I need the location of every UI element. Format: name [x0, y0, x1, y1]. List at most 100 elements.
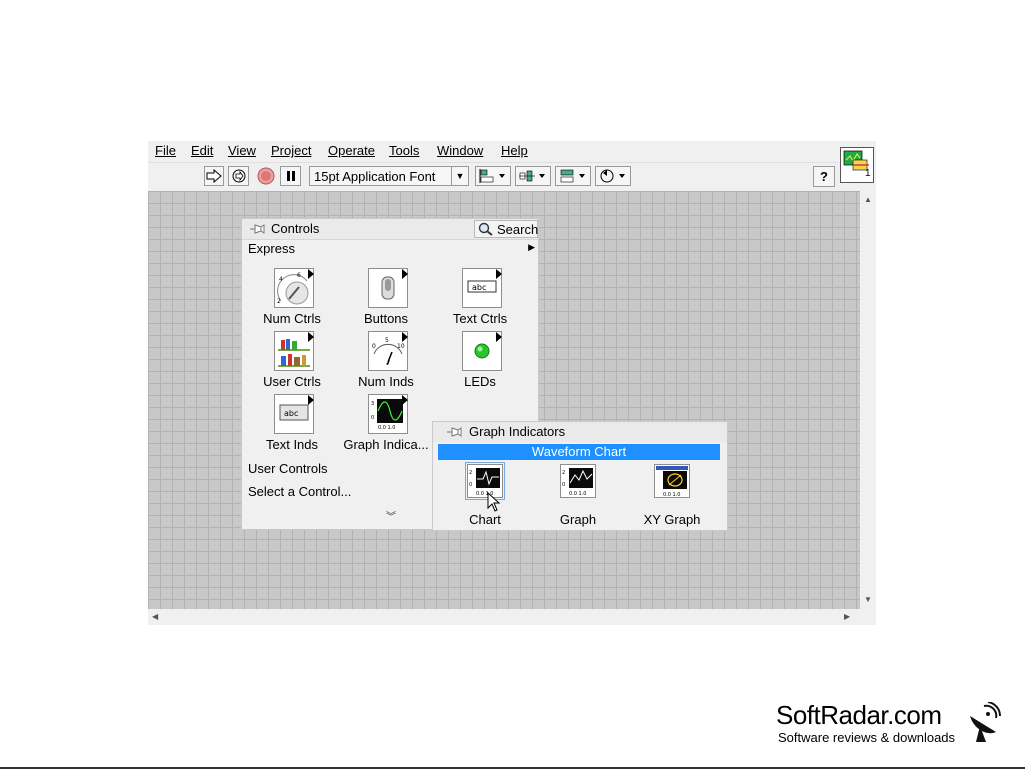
svg-text:4: 4 — [279, 276, 283, 283]
expand-more-icon[interactable]: ︾ — [386, 508, 396, 523]
horizontal-scrollbar[interactable]: ◀ ▶ — [148, 609, 860, 625]
pushpin-icon[interactable] — [248, 222, 266, 236]
svg-text:10: 10 — [397, 343, 405, 350]
palette-item-label: Text Ctrls — [452, 311, 508, 326]
select-a-control-link[interactable]: Select a Control... — [248, 484, 351, 499]
mouse-cursor-icon — [487, 492, 501, 512]
submenu-arrow-icon — [308, 269, 314, 279]
palette-item-text-ctrls[interactable]: abc Text Ctrls — [434, 268, 526, 330]
vi-icon[interactable]: 1 — [840, 147, 874, 183]
resize-objects-button[interactable] — [555, 166, 591, 186]
abort-button[interactable] — [255, 166, 277, 186]
palette-item-xy-graph[interactable]: 0.0 1.0 XY Graph — [632, 464, 712, 527]
run-button[interactable] — [204, 166, 224, 186]
meter-icon: 0 5 10 — [368, 331, 408, 371]
menu-window[interactable]: Window — [437, 143, 483, 158]
text-box-icon: abc — [462, 268, 502, 308]
vertical-scrollbar[interactable]: ▲ ▼ — [860, 191, 876, 609]
submenu-arrow-icon — [496, 269, 502, 279]
palette-item-label: Num Ctrls — [263, 311, 321, 326]
help-icon: ? — [820, 169, 828, 184]
scroll-left-icon[interactable]: ◀ — [152, 612, 158, 621]
context-help-button[interactable]: ? — [813, 166, 835, 187]
palette-item-user-ctrls[interactable]: User Ctrls — [246, 331, 338, 393]
run-arrow-icon — [206, 169, 222, 183]
palette-item-num-ctrls[interactable]: 4 6 2 Num Ctrls — [246, 268, 338, 330]
svg-text:3: 3 — [371, 401, 374, 407]
user-controls-link[interactable]: User Controls — [248, 461, 327, 476]
palette-item-label: Buttons — [363, 311, 409, 326]
palette-item-graph-indicators[interactable]: 3 0 0.0 1.0 Graph Indica... — [340, 394, 432, 456]
xy-graph-icon: 0.0 1.0 — [654, 464, 690, 498]
submenu-arrow-icon — [402, 269, 408, 279]
svg-text:0.0 1.0: 0.0 1.0 — [663, 492, 681, 497]
palette-item-label: Chart — [469, 512, 501, 527]
reorder-button[interactable] — [595, 166, 631, 186]
menu-edit[interactable]: Edit — [191, 143, 213, 158]
palette-item-num-inds[interactable]: 0 5 10 Num Inds — [340, 331, 432, 393]
palette-item-buttons[interactable]: Buttons — [340, 268, 432, 330]
menu-project[interactable]: Project — [271, 143, 311, 158]
menu-view[interactable]: View — [228, 143, 256, 158]
watermark-name: SoftRadar.com — [776, 700, 942, 730]
submenu-arrow-icon — [496, 332, 502, 342]
submenu-arrow-icon — [308, 332, 314, 342]
run-continuously-button[interactable] — [228, 166, 249, 186]
abort-icon — [257, 167, 275, 185]
svg-text:6: 6 — [297, 272, 301, 279]
submenu-arrow-icon — [308, 395, 314, 405]
search-button[interactable]: Search — [474, 220, 538, 238]
palette-item-chart[interactable]: 2 0 0.0 1.0 Chart — [445, 462, 525, 527]
vi-number: 1 — [865, 168, 871, 179]
controls-palette-title: Controls — [271, 221, 320, 236]
scroll-down-icon[interactable]: ▼ — [864, 595, 872, 604]
svg-text:0: 0 — [371, 415, 374, 421]
svg-text:abc: abc — [472, 283, 486, 292]
align-objects-button[interactable] — [475, 166, 511, 186]
palette-item-graph[interactable]: 2 0 0.0 1.0 Graph — [538, 464, 618, 527]
pushpin-icon[interactable] — [445, 425, 463, 439]
palette-item-leds[interactable]: LEDs — [434, 331, 526, 393]
palette-item-label: Num Inds — [358, 374, 414, 389]
svg-text:0.0 1.0: 0.0 1.0 — [378, 425, 396, 431]
svg-text:2: 2 — [277, 298, 281, 305]
palette-item-label: Graph — [559, 512, 597, 527]
palette-item-label: XY Graph — [643, 512, 701, 527]
svg-text:0: 0 — [372, 343, 376, 350]
scroll-right-icon[interactable]: ▶ — [844, 612, 850, 621]
svg-text:2: 2 — [562, 470, 565, 476]
menu-tools[interactable]: Tools — [389, 143, 419, 158]
svg-text:0: 0 — [469, 482, 472, 488]
scroll-up-icon[interactable]: ▲ — [864, 195, 872, 204]
pause-button[interactable] — [280, 166, 301, 186]
waveform-graph-icon: 2 0 0.0 1.0 — [560, 464, 596, 498]
font-dropdown[interactable]: 15pt Application Font ▼ — [309, 166, 469, 186]
toolbar: 15pt Application Font ▼ — [148, 163, 838, 189]
submenu-arrow-icon — [402, 332, 408, 342]
graph-palette-title-bar[interactable]: Graph Indicators — [433, 422, 727, 442]
menu-file[interactable]: File — [155, 143, 176, 158]
distribute-objects-icon — [519, 170, 545, 182]
graph-palette-title: Graph Indicators — [469, 424, 566, 439]
svg-text:0.0 1.0: 0.0 1.0 — [569, 491, 587, 497]
search-button-label: Search — [497, 222, 539, 237]
svg-text:abc: abc — [284, 409, 298, 418]
palette-item-label: Text Inds — [265, 437, 319, 452]
distribute-objects-button[interactable] — [515, 166, 551, 186]
express-category-label: Express — [248, 241, 295, 256]
menu-bar: File Edit View Project Operate Tools Win… — [148, 141, 838, 163]
svg-text:2: 2 — [469, 470, 472, 476]
menu-help[interactable]: Help — [501, 143, 528, 158]
express-category[interactable]: Express ▶ — [242, 240, 538, 259]
graph-indicators-palette: Graph Indicators Waveform Chart 2 0 0.0 1.… — [432, 421, 728, 531]
item-tooltip: Waveform Chart — [438, 444, 720, 460]
satellite-dish-icon — [970, 702, 1002, 742]
resize-objects-icon — [560, 169, 585, 183]
knob-icon: 4 6 2 — [274, 268, 314, 308]
submenu-arrow-icon — [402, 395, 408, 405]
menu-operate[interactable]: Operate — [328, 143, 375, 158]
search-icon — [478, 222, 493, 236]
controls-palette-title-bar[interactable]: Controls Search — [242, 219, 538, 240]
palette-item-text-inds[interactable]: abc Text Inds — [246, 394, 338, 456]
text-indicator-icon: abc — [274, 394, 314, 434]
